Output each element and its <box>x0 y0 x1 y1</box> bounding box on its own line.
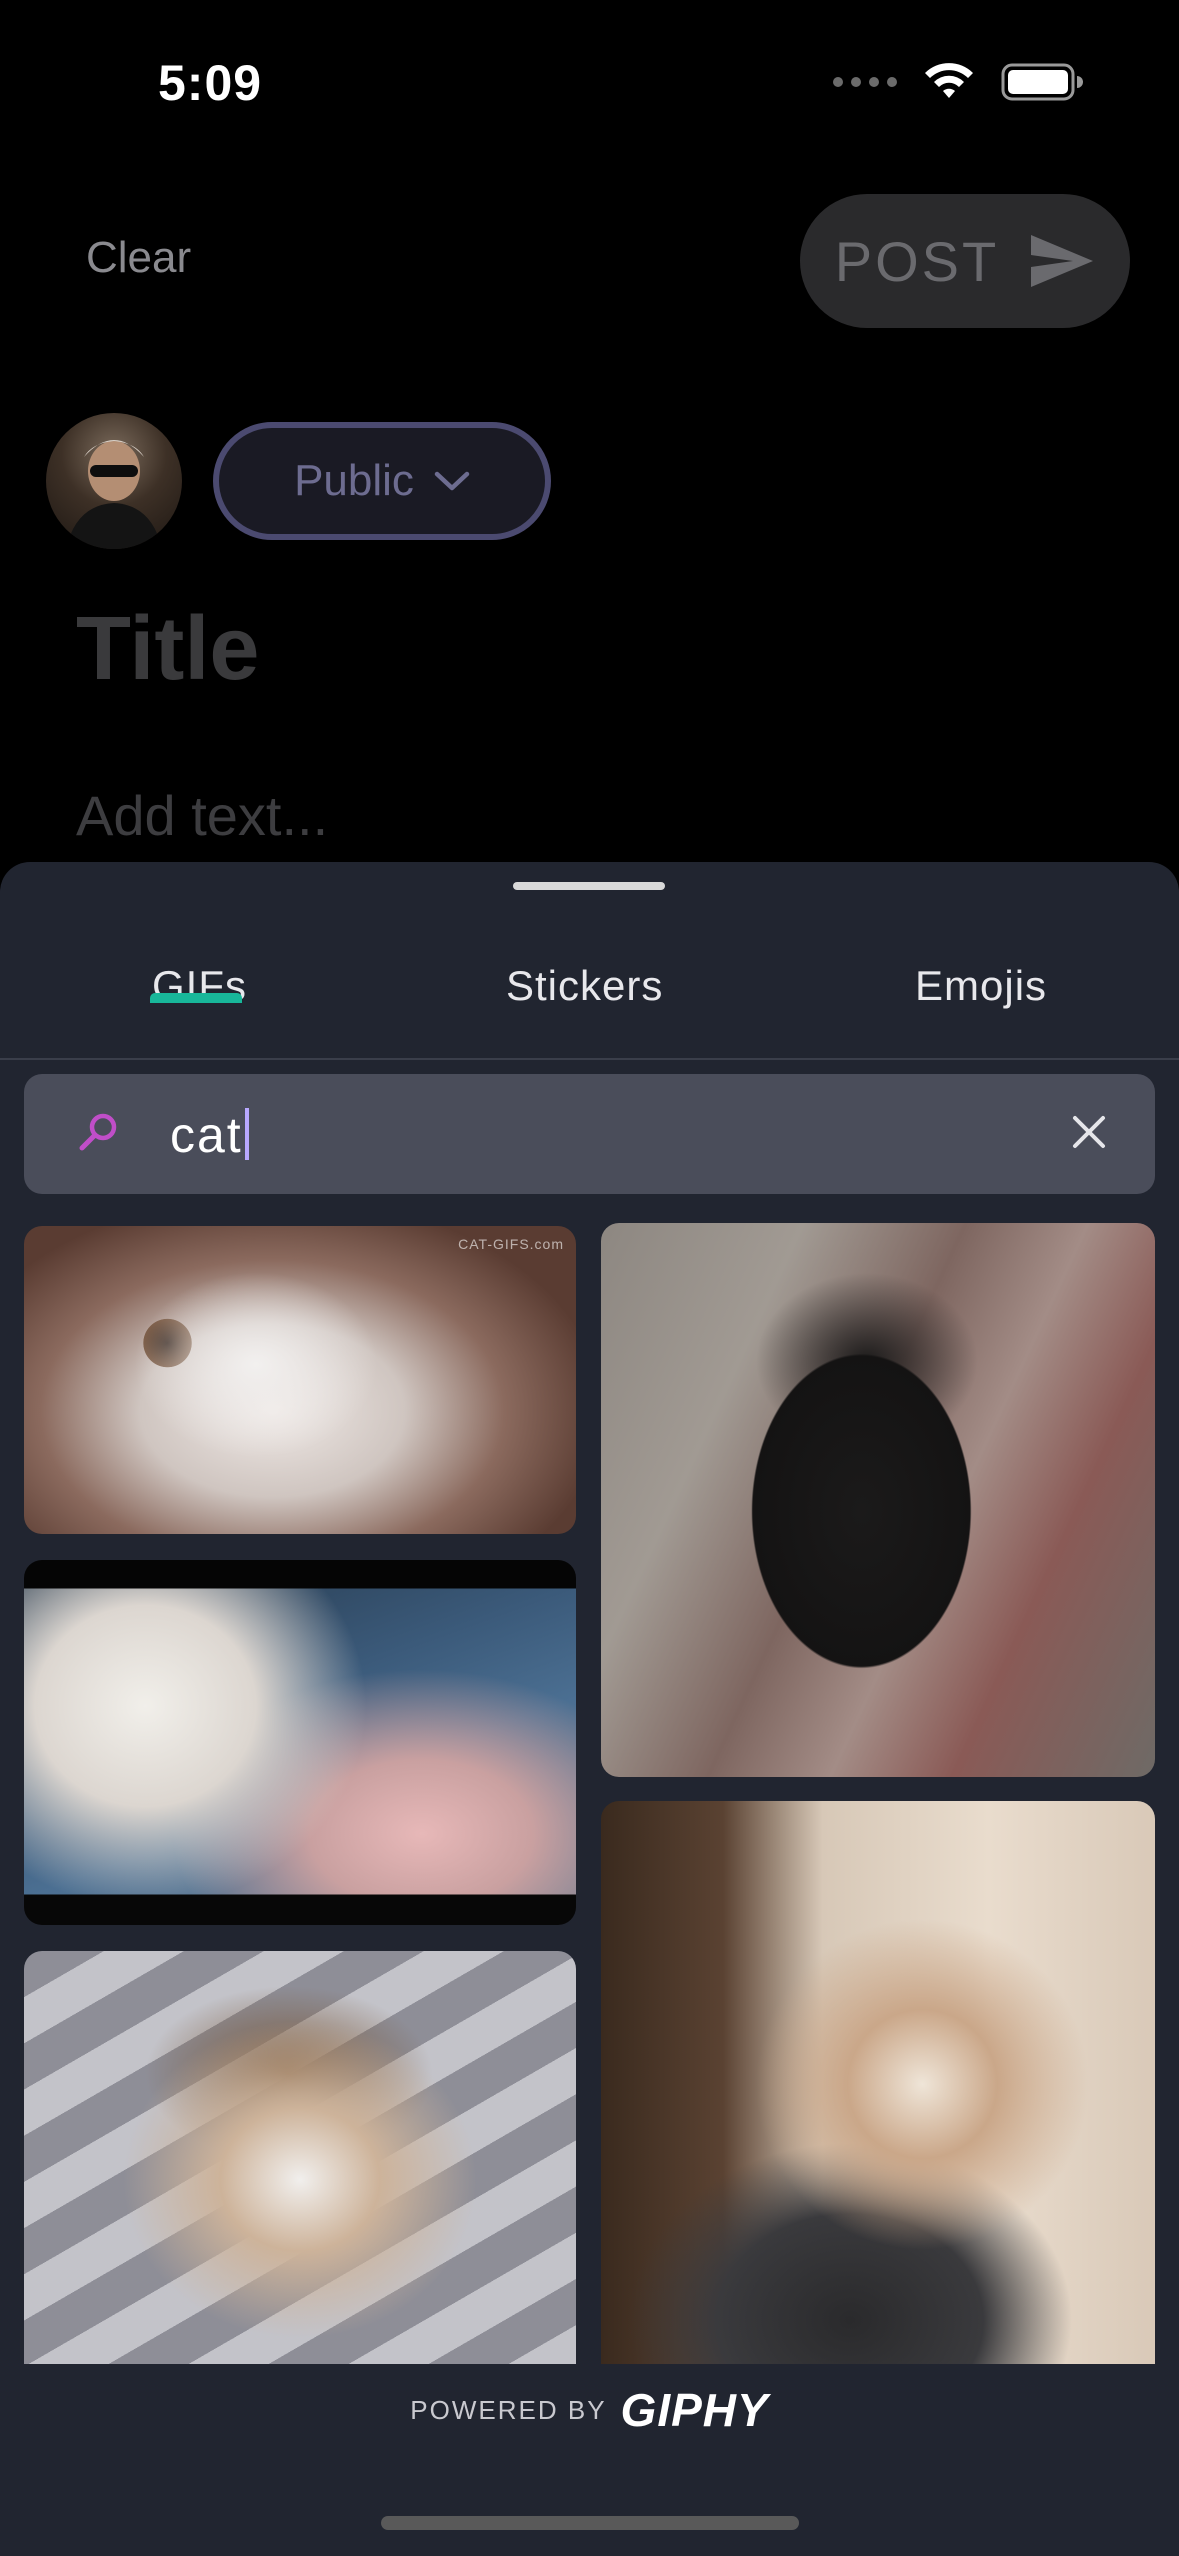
search-icon <box>79 1113 117 1151</box>
search-value: cat <box>170 1107 243 1163</box>
avatar-photo <box>66 440 162 549</box>
picker-tabs: GIFs Stickers Emojis <box>0 914 1179 1060</box>
text-caret <box>244 1108 249 1160</box>
powered-by-text: POWERED BY <box>410 2394 607 2425</box>
signal-icon <box>833 77 897 87</box>
gif-watermark: CAT-GIFS.com <box>458 1236 564 1252</box>
giphy-picker-sheet: GIFs Stickers Emojis cat CAT-GIFS.com PO… <box>0 862 1179 2556</box>
status-time: 5:09 <box>158 55 263 111</box>
gif-result-calico-cat[interactable] <box>24 1951 576 2391</box>
sheet-grab-handle[interactable] <box>513 882 665 890</box>
giphy-logo: GIPHY <box>620 2384 769 2436</box>
wifi-icon <box>925 63 973 98</box>
gif-result-kitten-closeup[interactable]: CAT-GIFS.com <box>24 1226 576 1534</box>
tab-emojis[interactable]: Emojis <box>915 962 1047 1010</box>
clear-button[interactable]: Clear <box>86 233 191 283</box>
close-icon[interactable] <box>1071 1114 1107 1150</box>
gif-result-white-cat[interactable] <box>24 1560 576 1925</box>
status-icons <box>833 62 1083 102</box>
gif-result-cat-glasses-laptop[interactable] <box>601 1801 1155 2391</box>
tab-stickers[interactable]: Stickers <box>506 962 663 1010</box>
home-indicator <box>381 2516 799 2530</box>
send-icon <box>1031 235 1094 287</box>
tab-selected-indicator <box>150 993 242 1003</box>
giphy-attribution: POWERED BY GIPHY <box>0 2364 1179 2456</box>
search-field[interactable]: cat <box>24 1074 1155 1194</box>
body-placeholder[interactable]: Add text... <box>76 783 328 848</box>
title-placeholder[interactable]: Title <box>76 598 259 701</box>
gif-result-black-cat[interactable] <box>601 1223 1155 1777</box>
avatar[interactable] <box>46 413 182 549</box>
chevron-down-icon <box>434 471 470 491</box>
privacy-dropdown[interactable]: Public <box>213 422 551 540</box>
battery-icon <box>1001 63 1083 101</box>
privacy-label: Public <box>294 456 414 505</box>
post-button[interactable]: POST <box>800 194 1130 328</box>
screen: { "status_bar": { "time": "5:09", "icons… <box>0 0 1179 2556</box>
post-button-label: POST <box>834 229 1000 293</box>
search-input[interactable]: cat <box>170 1106 249 1164</box>
